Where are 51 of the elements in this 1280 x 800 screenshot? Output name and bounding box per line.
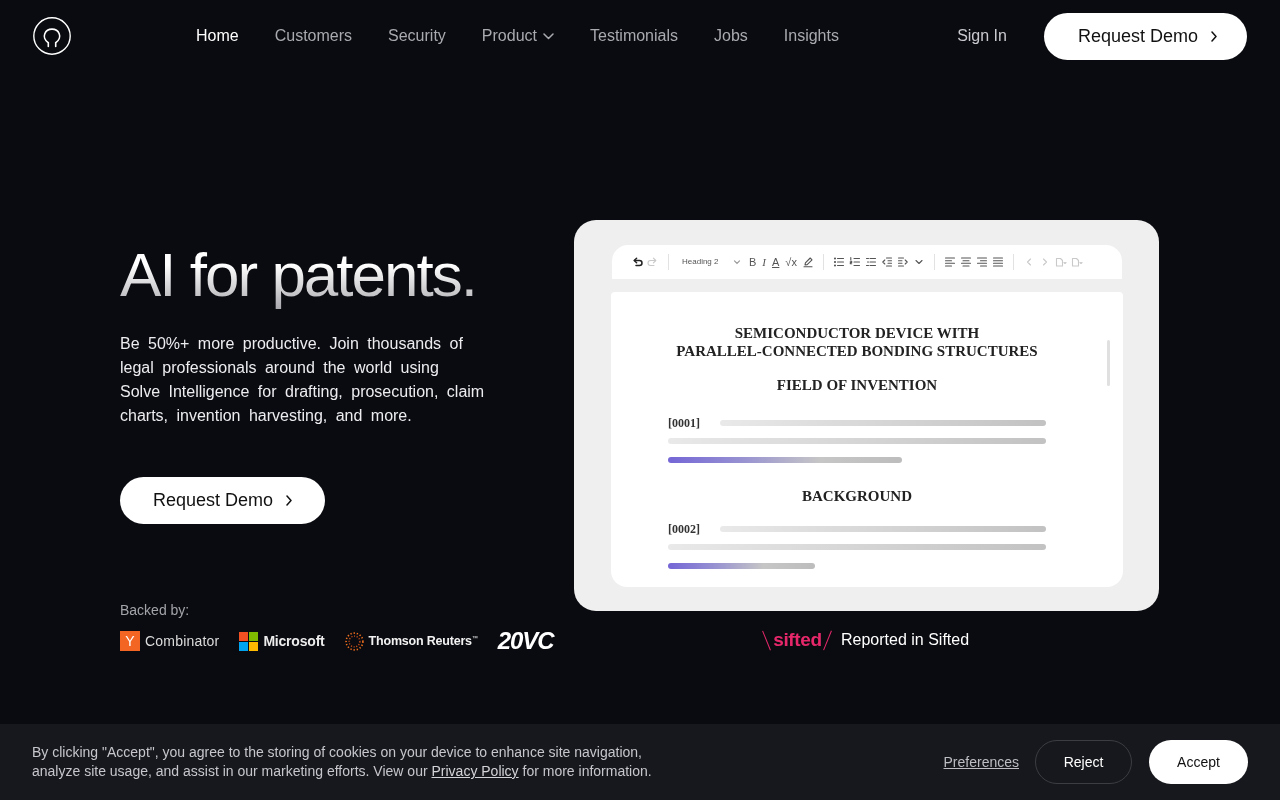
request-demo-button[interactable]: Request Demo [120, 477, 326, 524]
backer-name: Combinator [145, 633, 220, 649]
four-squares-icon [239, 631, 259, 651]
dotted-ring-icon [344, 631, 364, 651]
caret-icon [732, 257, 742, 267]
backer-name: Microsoft [263, 633, 325, 649]
indent-icon[interactable] [896, 256, 909, 268]
backers-label: Backed by: [120, 601, 190, 620]
nav-link[interactable]: Product [481, 26, 554, 46]
nav-link[interactable]: Jobs [714, 26, 748, 46]
nav-link[interactable]: Security [388, 26, 446, 46]
sifted-logo: sifted [763, 629, 830, 651]
privacy-policy-link[interactable]: Privacy Policy [431, 763, 519, 779]
chevron-right-icon [1211, 30, 1217, 42]
sign-in-link[interactable]: Sign In [957, 26, 1007, 46]
cookie-notice: By clicking "Accept", you agree to the storing of cookies on your device to enhance site navigation, analyze site usage, and assist in our marketing efforts. View our Privacy Policy for more information. [32, 743, 653, 781]
press-note: Reported in Sifted [841, 630, 970, 650]
nav-link[interactable]: Customers [274, 26, 353, 46]
document-title: SEMICONDUCTOR DEVICE WITH PARALLEL-CONNECTED BONDING STRUCTURES [675, 324, 1039, 360]
paragraph-number: [0001] [668, 415, 700, 431]
align-left-icon[interactable] [943, 256, 956, 268]
nav-link[interactable]: Testimonials [590, 26, 678, 46]
justify-icon[interactable] [991, 256, 1004, 268]
numbered-list-icon[interactable] [848, 256, 861, 268]
formula-button[interactable]: √x [784, 255, 798, 269]
backer-name: Thomson Reuters$^{™}$ [368, 634, 478, 648]
align-center-icon[interactable] [959, 256, 972, 268]
pen-icon[interactable] [801, 256, 814, 268]
section-heading: BACKGROUND [801, 487, 913, 505]
caret-icon [543, 32, 554, 40]
bold-button[interactable]: B [748, 255, 758, 269]
bullet-list-icon[interactable] [832, 256, 845, 268]
list-icon[interactable] [864, 256, 877, 268]
font-color-button[interactable]: A [771, 255, 781, 269]
chevron-right-icon [286, 495, 293, 506]
nav-link[interactable]: Insights [783, 26, 839, 46]
request-demo-button[interactable]: Request Demo [1043, 12, 1247, 60]
logo-tile: Y [120, 631, 140, 651]
outdent-icon[interactable] [880, 256, 893, 268]
hero-description: Be 50%+ more productive. Join thousands of legal professionals around the world using Solve Intelligence for drafting, prosecution, claim charts, invention harvesting, and more. [120, 334, 486, 426]
paragraph-number: [0002] [668, 521, 700, 537]
undo-icon[interactable] [631, 256, 643, 268]
style-dropdown[interactable]: Heading 2 [678, 255, 742, 269]
section-heading: FIELD OF INVENTION [775, 376, 939, 394]
nav-link[interactable]: Home [196, 26, 239, 46]
preferences-link[interactable]: Preferences [943, 754, 1019, 770]
align-right-icon[interactable] [975, 256, 988, 268]
accept-button[interactable]: Accept [1149, 740, 1248, 784]
italic-button[interactable]: I [761, 255, 767, 269]
logo-icon[interactable] [33, 17, 71, 55]
backer-name: 20VC [497, 627, 556, 655]
